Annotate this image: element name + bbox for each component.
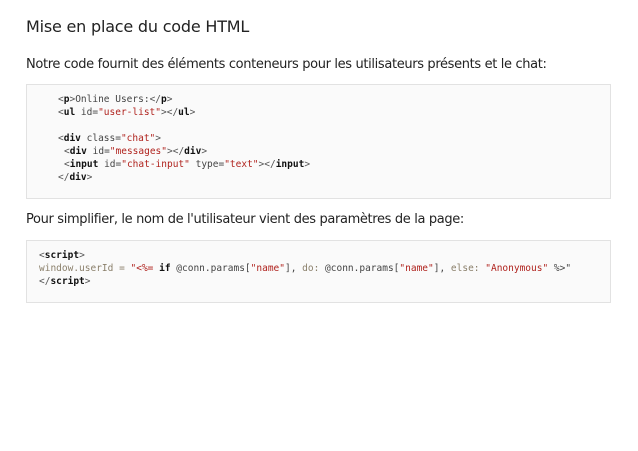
script-code: <script> window.userId = "<%= if @conn.pa…	[39, 249, 571, 288]
code-line: <p>Online Users:</p>	[58, 93, 310, 106]
code-token: >	[84, 276, 91, 287]
code-keyword: if	[159, 263, 171, 274]
code-keyword: do:	[302, 263, 320, 274]
code-line: <input id="chat-input" type="text"></inp…	[58, 158, 310, 171]
code-token: >	[201, 146, 208, 157]
code-string: "name"	[250, 263, 285, 274]
code-tag: div	[184, 146, 202, 157]
html-code-block: <p>Online Users:</p> <ul id="user-list"><…	[26, 84, 611, 199]
code-attr: id=	[75, 107, 99, 118]
username-paragraph: Pour simplifier, le nom de l'utilisateur…	[26, 212, 464, 227]
code-token: >	[189, 107, 196, 118]
code-keyword: else:	[450, 263, 480, 274]
code-attr: class=	[80, 133, 121, 144]
code-string: "text"	[224, 159, 259, 170]
code-tag: input	[275, 159, 305, 170]
code-string: "chat-input"	[121, 159, 190, 170]
code-tag: div	[69, 146, 87, 157]
code-string: "<%=	[130, 263, 160, 274]
code-line: <ul id="user-list"></ul>	[58, 106, 310, 119]
code-text: @conn.params[	[319, 263, 400, 274]
code-tag: div	[63, 133, 81, 144]
code-token: >	[86, 172, 93, 183]
code-text: ],	[284, 263, 303, 274]
code-line: </div>	[58, 171, 310, 184]
code-attr: id=	[86, 146, 110, 157]
code-attr: type=	[189, 159, 225, 170]
code-line: <div id="messages"></div>	[58, 145, 310, 158]
code-string: "chat"	[120, 133, 156, 144]
code-text: window.userId =	[39, 263, 131, 274]
html-code: <p>Online Users:</p> <ul id="user-list"><…	[58, 93, 310, 184]
code-string: "name"	[399, 263, 434, 274]
code-text: @conn.params[	[170, 263, 251, 274]
code-attr: id=	[98, 159, 122, 170]
code-token: </	[58, 172, 70, 183]
code-token: ></	[161, 107, 179, 118]
code-token: >	[155, 133, 162, 144]
code-token: >	[304, 159, 311, 170]
code-text: Online Users:	[75, 94, 150, 105]
code-token: </	[149, 94, 162, 105]
code-line: <div class="chat">	[58, 132, 310, 145]
slide-title: Mise en place du code HTML	[26, 17, 250, 36]
intro-paragraph: Notre code fournit des éléments conteneu…	[26, 57, 547, 72]
code-token: ></	[258, 159, 276, 170]
code-tag: div	[69, 172, 87, 183]
code-string: "user-list"	[98, 107, 161, 118]
code-line: <script>	[39, 249, 571, 262]
code-string: "messages"	[109, 146, 167, 157]
code-line: </script>	[39, 275, 571, 288]
script-code-block: <script> window.userId = "<%= if @conn.pa…	[26, 240, 611, 303]
code-string: "Anonymous"	[485, 263, 549, 274]
code-token: ></	[167, 146, 185, 157]
code-text: %>"	[548, 263, 572, 274]
code-tag: script	[44, 250, 80, 261]
code-tag: ul	[178, 107, 190, 118]
code-text: ],	[433, 263, 451, 274]
code-line: window.userId = "<%= if @conn.params["na…	[39, 262, 571, 275]
code-token: </	[39, 276, 51, 287]
slide: Mise en place du code HTML Notre code fo…	[0, 0, 638, 451]
code-tag: ul	[63, 107, 76, 118]
code-token: >	[166, 94, 173, 105]
code-token: >	[79, 250, 85, 261]
code-tag: script	[50, 276, 85, 287]
code-tag: input	[69, 159, 99, 170]
